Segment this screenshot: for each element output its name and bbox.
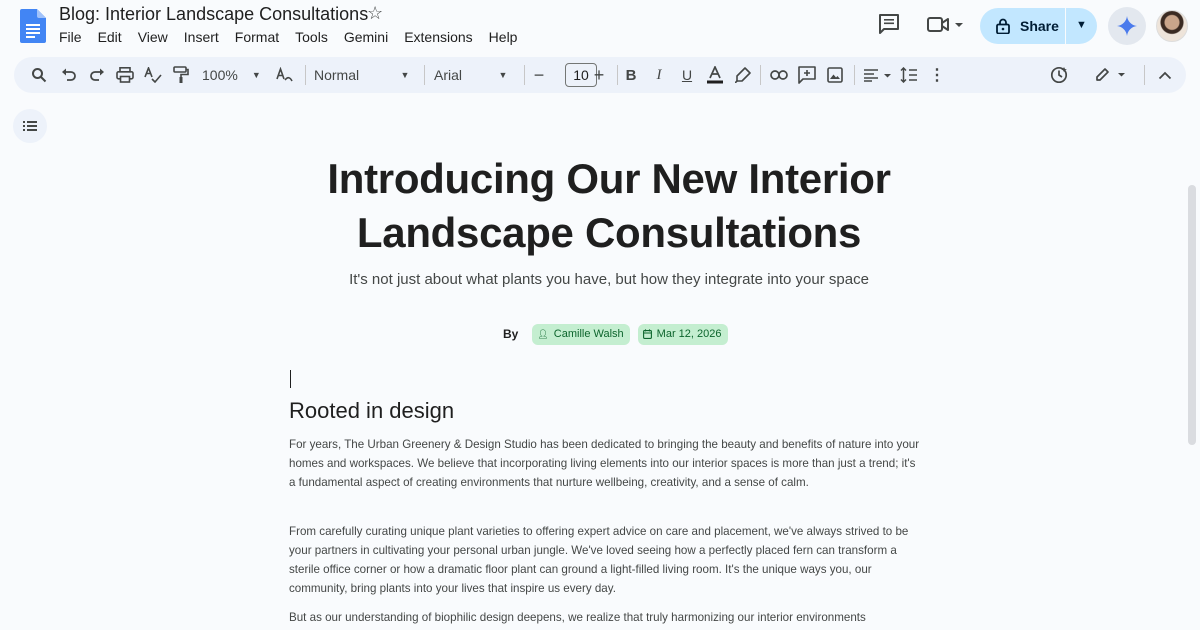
clear-formatting-icon[interactable] [274, 57, 296, 93]
add-comment-icon[interactable] [796, 57, 818, 93]
formatting-toolbar: 100% ▼ Normal ▼ Arial ▼ − 10 + B I U ⋮ [14, 57, 1186, 93]
redo-icon[interactable] [86, 57, 108, 93]
paragraph[interactable]: But as our understanding of biophilic de… [289, 608, 925, 627]
vertical-scrollbar[interactable] [1188, 185, 1196, 445]
person-icon: 👤︎ [537, 328, 549, 339]
star-icon[interactable]: ☆ [367, 3, 383, 24]
font-value: Arial [434, 67, 463, 83]
print-icon[interactable] [114, 57, 136, 93]
text-color-icon[interactable] [704, 57, 726, 93]
underline-icon[interactable]: U [676, 57, 698, 93]
zoom-select[interactable]: 100% ▼ [202, 57, 262, 93]
gemini-icon[interactable] [1108, 7, 1146, 45]
insert-image-icon[interactable] [824, 57, 846, 93]
toolbar-divider [1144, 65, 1145, 85]
search-menus-icon[interactable] [28, 57, 50, 93]
line-spacing-icon[interactable] [898, 57, 920, 93]
toolbar-divider [305, 65, 306, 85]
menu-help[interactable]: Help [489, 29, 518, 45]
spellcheck-icon[interactable] [142, 57, 164, 93]
toolbar-divider [617, 65, 618, 85]
menu-bar: File Edit View Insert Format Tools Gemin… [59, 29, 533, 45]
chevron-down-icon: ▼ [498, 70, 508, 80]
menu-gemini[interactable]: Gemini [344, 29, 388, 45]
toolbar-divider [424, 65, 425, 85]
edit-mode-icon[interactable] [1092, 57, 1132, 93]
text-cursor [290, 370, 291, 388]
zoom-value: 100% [202, 67, 238, 83]
author-chip[interactable]: 👤︎ Camille Walsh [532, 323, 630, 345]
lock-icon [996, 18, 1010, 34]
menu-edit[interactable]: Edit [98, 29, 122, 45]
bold-icon[interactable]: B [620, 57, 642, 93]
insert-link-icon[interactable] [768, 57, 790, 93]
menu-insert[interactable]: Insert [184, 29, 219, 45]
menu-format[interactable]: Format [235, 29, 279, 45]
highlight-color-icon[interactable] [732, 57, 754, 93]
docs-logo-icon[interactable] [20, 9, 46, 43]
collapse-toolbar-icon[interactable] [1154, 57, 1176, 93]
chevron-down-icon: ▼ [251, 70, 261, 80]
align-icon[interactable] [860, 57, 894, 93]
comment-icon[interactable] [878, 14, 900, 34]
toolbar-divider [760, 65, 761, 85]
toolbar-divider [854, 65, 855, 85]
editing-mode-history-icon[interactable] [1047, 57, 1071, 93]
italic-icon[interactable]: I [648, 57, 670, 93]
menu-file[interactable]: File [59, 29, 82, 45]
style-value: Normal [314, 67, 360, 83]
share-divider [1065, 8, 1066, 44]
document-heading[interactable]: Introducing Our New Interior Landscape C… [250, 152, 968, 260]
more-options-icon[interactable]: ⋮ [926, 57, 948, 93]
menu-extensions[interactable]: Extensions [404, 29, 472, 45]
menu-view[interactable]: View [138, 29, 168, 45]
meet-icon[interactable] [926, 14, 966, 36]
share-dropdown-icon[interactable]: ▼ [1076, 19, 1087, 31]
title-bar: Blog: Interior Landscape Consultations ☆… [0, 0, 1200, 52]
paint-format-icon[interactable] [170, 57, 192, 93]
date-chip[interactable]: Mar 12, 2026 [637, 323, 728, 345]
document-title[interactable]: Blog: Interior Landscape Consultations [59, 4, 368, 25]
document-subtitle[interactable]: It's not just about what plants you have… [250, 271, 968, 288]
chevron-down-icon: ▼ [400, 70, 410, 80]
share-button[interactable]: Share ▼ [980, 8, 1097, 44]
section-heading[interactable]: Rooted in design [289, 398, 454, 424]
byline: By 👤︎ Camille Walsh Mar 12, 2026 [503, 323, 728, 345]
paragraph[interactable]: For years, The Urban Greenery & Design S… [289, 435, 925, 492]
paragraph[interactable]: From carefully curating unique plant var… [289, 522, 925, 598]
increase-font-size-icon[interactable]: + [588, 57, 610, 93]
author-name: Camille Walsh [553, 328, 624, 340]
avatar[interactable] [1156, 10, 1188, 42]
menu-tools[interactable]: Tools [295, 29, 328, 45]
share-label: Share [1020, 18, 1059, 34]
decrease-font-size-icon[interactable]: − [528, 57, 550, 93]
toolbar-divider [524, 65, 525, 85]
calendar-icon [642, 329, 652, 339]
document-outline-icon[interactable] [13, 109, 47, 143]
undo-icon[interactable] [58, 57, 80, 93]
by-label: By [503, 327, 519, 341]
date-value: Mar 12, 2026 [656, 328, 722, 340]
